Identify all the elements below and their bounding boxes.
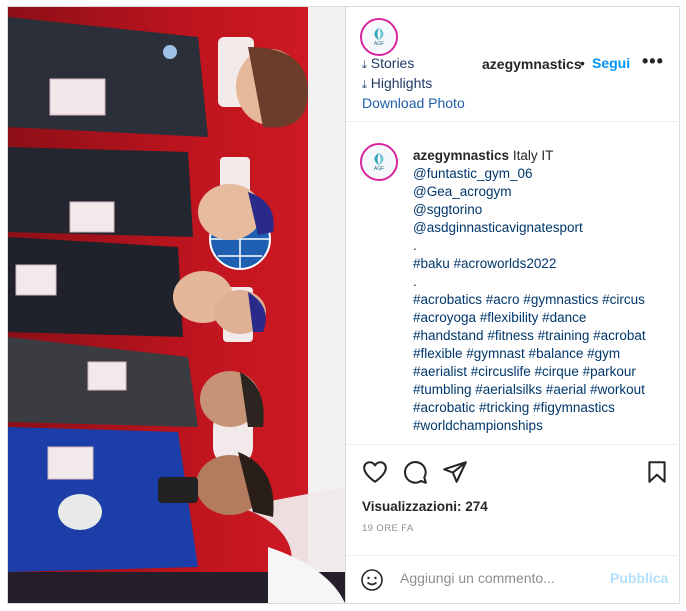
caption-link-line[interactable]: #tumbling #aerialsilks #aerial #workout xyxy=(413,381,675,399)
follow-button[interactable]: Segui xyxy=(592,55,630,71)
comment-input[interactable] xyxy=(400,570,600,586)
action-bar xyxy=(346,453,680,493)
bookmark-icon[interactable] xyxy=(644,459,670,485)
caption-link-line[interactable]: @asdginnasticavignatesport xyxy=(413,219,675,237)
views-count[interactable]: Visualizzazioni: 274 xyxy=(362,499,488,514)
caption-lines: @funtastic_gym_06 @Gea_acrogym @sggtorino @… xyxy=(413,165,675,435)
caption-link-line[interactable]: #handstand #fitness #training #acrobat xyxy=(413,327,675,345)
more-options-icon[interactable]: ••• xyxy=(642,51,664,72)
actions-divider xyxy=(346,444,680,445)
caption-avatar[interactable]: AGF xyxy=(360,143,398,181)
heart-icon[interactable] xyxy=(362,459,388,485)
caption-link-line[interactable]: #acrobatic #tricking #figymnastics xyxy=(413,399,675,417)
comment-box: Pubblica xyxy=(346,555,680,603)
caption-link-line[interactable]: #acroyoga #flexibility #dance xyxy=(413,309,675,327)
caption-link-line[interactable]: @funtastic_gym_06 xyxy=(413,165,675,183)
caption-link-line[interactable]: #worldchampionships xyxy=(413,417,675,435)
post-info-panel: AGF ⤓ Stories ⤓ Highlights Download Phot… xyxy=(346,7,680,603)
avatar-logo-text: AGF xyxy=(373,41,385,47)
account-avatar[interactable]: AGF xyxy=(360,18,398,56)
download-links: ⤓ Stories ⤓ Highlights Download Photo xyxy=(362,54,465,112)
agf-logo-icon: AGF xyxy=(364,147,394,177)
comment-icon[interactable] xyxy=(402,459,428,485)
highlights-link-label: Highlights xyxy=(370,75,433,91)
header-username[interactable]: azegymnastics xyxy=(482,56,582,72)
caption-link-line[interactable]: #aerialist #circuslife #cirque #parkour xyxy=(413,363,675,381)
post-dialog: AGF ⤓ Stories ⤓ Highlights Download Phot… xyxy=(7,6,680,604)
separator-dot: • xyxy=(580,55,585,71)
caption-username[interactable]: azegymnastics xyxy=(413,148,509,163)
stories-link-label: Stories xyxy=(370,55,415,71)
caption-text-line: . xyxy=(413,238,417,253)
stories-link[interactable]: ⤓ Stories xyxy=(362,54,465,74)
download-arrow-icon: ⤓ xyxy=(362,59,367,71)
caption-link-line[interactable]: #baku #acroworlds2022 xyxy=(413,255,675,273)
caption-link-line[interactable]: @Gea_acrogym xyxy=(413,183,675,201)
publish-button[interactable]: Pubblica xyxy=(610,570,668,586)
photo-illustration xyxy=(8,7,345,603)
post-caption: AGF azegymnastics Italy IT @funtastic_gy… xyxy=(346,123,680,444)
avatar-logo-text: AGF xyxy=(373,166,385,172)
caption-link-line[interactable]: #acrobatics #acro #gymnastics #circus xyxy=(413,291,675,309)
post-header: AGF ⤓ Stories ⤓ Highlights Download Phot… xyxy=(346,7,680,122)
caption-link-line[interactable]: #flexible #gymnast #balance #gym xyxy=(413,345,675,363)
download-photo-link[interactable]: Download Photo xyxy=(362,94,465,112)
share-icon[interactable] xyxy=(442,459,468,485)
caption-text-line: . xyxy=(413,274,417,289)
download-arrow-icon: ⤓ xyxy=(362,79,367,91)
post-photo[interactable] xyxy=(8,7,345,603)
post-timestamp: 19 ORE FA xyxy=(362,523,414,534)
agf-logo-icon: AGF xyxy=(364,22,394,52)
emoji-icon[interactable] xyxy=(360,568,384,592)
highlights-link[interactable]: ⤓ Highlights xyxy=(362,74,465,94)
caption-location: Italy IT xyxy=(512,148,554,163)
caption-link-line[interactable]: @sggtorino xyxy=(413,201,675,219)
caption-body: azegymnastics Italy IT @funtastic_gym_06… xyxy=(413,147,675,435)
